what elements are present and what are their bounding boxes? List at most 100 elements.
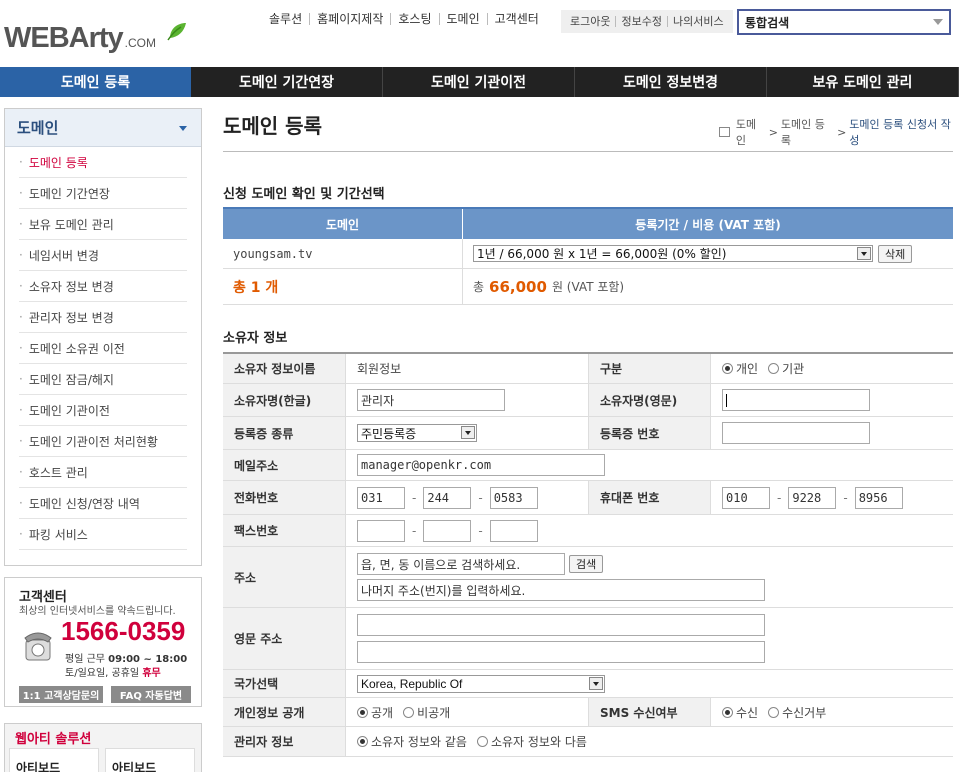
label-address: 주소 (223, 547, 346, 607)
sidebar-item[interactable]: 도메인 신청/연장 내역 (19, 488, 187, 519)
period-select[interactable]: 1년 / 66,000 원 x 1년 = 66,000원 (0% 할인) (473, 245, 873, 262)
type-organization-radio[interactable]: 기관 (768, 360, 804, 377)
sms-reject-radio[interactable]: 수신거부 (768, 704, 826, 721)
chevron-down-icon (461, 426, 475, 439)
privacy-public-radio[interactable]: 공개 (357, 704, 393, 721)
dash-separator: - (412, 490, 417, 505)
delete-button[interactable]: 삭제 (878, 244, 913, 263)
sidebar-item[interactable]: 파킹 서비스 (19, 519, 187, 550)
table-row: 주소 읍, 면, 동 이름으로 검색하세요. 검색 나머지 주소(번지)를 입력… (223, 547, 953, 608)
tab-domain-manage[interactable]: 보유 도메인 관리 (767, 67, 959, 97)
owner-name-ko-input[interactable]: 관리자 (357, 389, 505, 411)
label-email: 메일주소 (223, 450, 346, 480)
sidebar-item[interactable]: 도메인 잠금/해지 (19, 364, 187, 395)
country-select[interactable]: Korea, Republic Of (357, 674, 605, 693)
table-row: 영문 주소 (223, 608, 953, 670)
radio-icon (476, 736, 488, 747)
address-search-input[interactable]: 읍, 면, 동 이름으로 검색하세요. (357, 553, 565, 575)
home-icon[interactable] (719, 127, 730, 137)
col-header-period: 등록기간 / 비용 (VAT 포함) (635, 217, 781, 232)
telephone-icon (24, 632, 52, 661)
fax-part-2-input[interactable] (423, 519, 472, 542)
topnav-support[interactable]: 고객센터 (488, 13, 546, 25)
table-header: 도메인 등록기간 / 비용 (VAT 포함) (223, 209, 953, 239)
logout-link[interactable]: 로그아웃 (565, 16, 617, 27)
table-row: 전화번호 031- 244- 0583 휴대폰 번호 010- 9228- 89… (223, 481, 953, 515)
sidebar-item[interactable]: 호스트 관리 (19, 457, 187, 488)
sidebar-item[interactable]: 도메인 등록 (19, 147, 187, 178)
topnav-domain[interactable]: 도메인 (440, 13, 488, 25)
logo[interactable]: WEBArty .COM (4, 22, 194, 62)
solution-item[interactable]: 아티보드 (105, 748, 195, 772)
phone-part-1-input[interactable]: 031 (357, 486, 405, 509)
my-service-link[interactable]: 나의서비스 (668, 16, 729, 27)
topnav-solution[interactable]: 솔루션 (262, 13, 311, 25)
one-to-one-inquiry-button[interactable]: 1:1 고객상담문의 (19, 686, 103, 703)
mobile-part-1-input[interactable]: 010 (722, 486, 770, 509)
label-sms: SMS 수신여부 (588, 698, 711, 726)
breadcrumb-separator: > (768, 125, 778, 139)
chevron-down-icon (179, 126, 187, 131)
type-personal-label: 개인 (736, 362, 759, 376)
search-scope-select[interactable]: 통합검색 (737, 9, 951, 35)
sidebar-item[interactable]: 관리자 정보 변경 (19, 302, 187, 333)
mobile-part-2-input[interactable]: 9228 (788, 486, 837, 509)
cs-hours: 평일 근무 09:00 ~ 18:00 (65, 650, 187, 665)
address-detail-input[interactable]: 나머지 주소(번지)를 입력하세요. (357, 579, 765, 601)
address-search-button[interactable]: 검색 (569, 555, 604, 573)
dash-separator: - (478, 523, 483, 538)
owner-name-en-input[interactable] (722, 389, 870, 411)
sidebar-header[interactable]: 도메인 (5, 109, 201, 147)
sidebar-item[interactable]: 소유자 정보 변경 (19, 271, 187, 302)
english-address-line-1-input[interactable] (357, 614, 765, 636)
section-title: 신청 도메인 확인 및 기간선택 (223, 187, 385, 202)
sidebar-item[interactable]: 도메인 기간연장 (19, 178, 187, 209)
topnav-hosting[interactable]: 호스팅 (391, 13, 440, 25)
radio-checked-icon (722, 363, 733, 374)
tab-domain-renew[interactable]: 도메인 기간연장 (191, 67, 383, 97)
tab-domain-transfer[interactable]: 도메인 기관이전 (383, 67, 575, 97)
breadcrumb: 도메인 > 도메인 등록 > 도메인 등록 신청서 작성 (719, 116, 959, 148)
admin-different-radio[interactable]: 소유자 정보와 다름 (476, 733, 587, 750)
admin-same-radio[interactable]: 소유자 정보와 같음 (357, 733, 467, 750)
owner-info-name-value: 회원정보 (357, 362, 402, 376)
privacy-private-label: 비공개 (417, 705, 451, 720)
admin-same-label: 소유자 정보와 같음 (371, 735, 467, 749)
main-nav: 도메인 등록 도메인 기간연장 도메인 기관이전 도메인 정보변경 보유 도메인… (0, 67, 959, 97)
sidebar-item[interactable]: 네임서버 변경 (19, 240, 187, 271)
cs-phone-number: 1566-0359 (61, 616, 186, 646)
admin-different-label: 소유자 정보와 다름 (490, 735, 587, 749)
sms-receive-radio[interactable]: 수신 (722, 704, 758, 721)
edit-profile-link[interactable]: 정보수정 (616, 16, 668, 27)
phone-part-3-input[interactable]: 0583 (489, 486, 538, 509)
privacy-private-radio[interactable]: 비공개 (403, 704, 450, 721)
tab-domain-register[interactable]: 도메인 등록 (0, 67, 191, 97)
radio-checked-icon (722, 706, 733, 718)
sidebar-item[interactable]: 도메인 기관이전 처리현황 (19, 426, 187, 457)
breadcrumb-item[interactable]: 도메인 (736, 116, 766, 148)
english-address-line-2-input[interactable] (357, 641, 765, 663)
fax-part-1-input[interactable] (357, 519, 405, 542)
phone-part-2-input[interactable]: 244 (423, 486, 472, 509)
breadcrumb-item[interactable]: 도메인 등록 (781, 116, 834, 148)
table-row: 개인정보 공개 공개 비공개 SMS 수신여부 수신 수신거부 (223, 698, 953, 727)
email-input[interactable]: manager@openkr.com (357, 454, 605, 476)
solution-item[interactable]: 아티보드 (9, 748, 99, 772)
title-divider (223, 151, 953, 152)
sidebar-item[interactable]: 도메인 소유권 이전 (19, 333, 187, 364)
mobile-part-3-input[interactable]: 8956 (854, 486, 903, 509)
total-amount-value: 66,000 (489, 277, 547, 296)
fax-part-3-input[interactable] (489, 519, 538, 542)
cert-type-select[interactable]: 주민등록증 (357, 424, 477, 442)
chevron-down-icon (857, 247, 871, 260)
period-select-value: 1년 / 66,000 원 x 1년 = 66,000원 (0% 할인) (477, 247, 727, 261)
tab-domain-info-change[interactable]: 도메인 정보변경 (575, 67, 767, 97)
sidebar-item[interactable]: 보유 도메인 관리 (19, 209, 187, 240)
topnav-homepage[interactable]: 홈페이지제작 (310, 13, 392, 25)
total-suffix: 원 (VAT 포함) (551, 280, 625, 294)
cs-holiday-value: 휴무 (142, 668, 161, 679)
faq-button[interactable]: FAQ 자동답변 (111, 686, 191, 703)
cert-number-input[interactable] (722, 422, 870, 444)
sidebar-item[interactable]: 도메인 기관이전 (19, 395, 187, 426)
type-personal-radio[interactable]: 개인 (722, 360, 758, 377)
